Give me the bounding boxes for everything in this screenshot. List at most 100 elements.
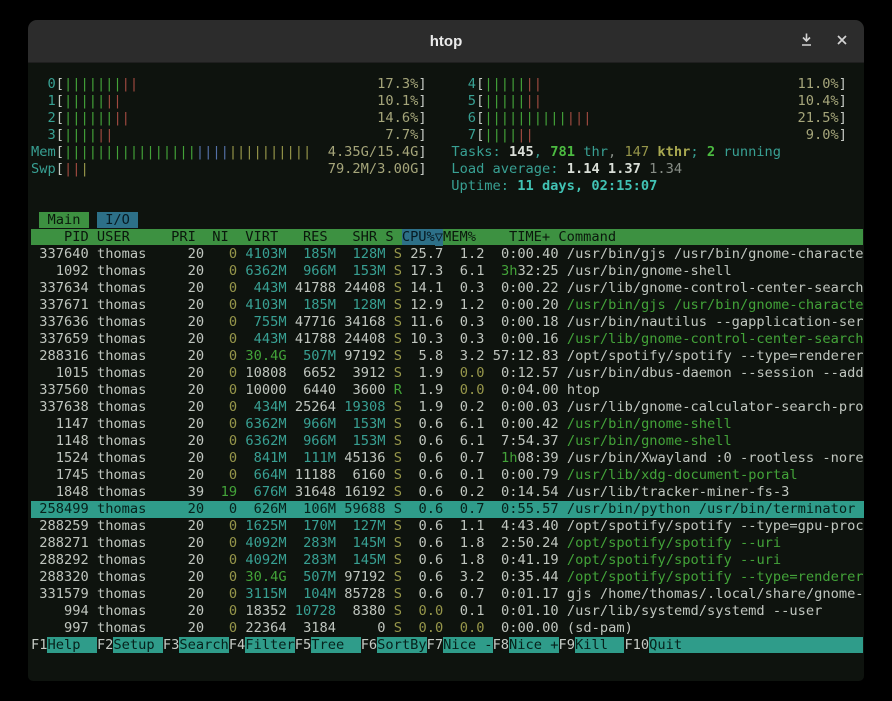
fnkey-f5[interactable]: F5 <box>295 637 311 653</box>
text <box>31 399 39 415</box>
titlebar[interactable]: htop <box>28 20 864 63</box>
process-row-1524[interactable]: 1524 thomas 20 0 841M 111M 45136 S 0.6 0… <box>31 450 864 467</box>
mem-bar-olive: |||||||||| <box>229 144 311 160</box>
process-row-288316[interactable]: 288316 thomas 20 0 30.4G 507M 97192 S 5.… <box>31 348 864 365</box>
cell-cmd: /usr/bin/gjs /usr/bin/gnome-character <box>567 297 864 313</box>
text <box>534 127 806 143</box>
process-row-1148[interactable]: 1148 thomas 20 0 6362M 966M 153M S 0.6 6… <box>31 433 864 450</box>
cell-s: S <box>394 535 402 551</box>
process-row-1147[interactable]: 1147 thomas 20 0 6362M 966M 153M S 0.6 6… <box>31 416 864 433</box>
cell-res: 41788 <box>295 280 336 296</box>
cpu6-value: 21.5% <box>797 110 838 126</box>
process-row-337560[interactable]: 337560 thomas 20 0 10000 6440 3600 R 1.9… <box>31 382 864 399</box>
fnkey-f8[interactable]: F8 <box>493 637 509 653</box>
fnlabel-f1[interactable]: Help <box>47 637 96 653</box>
cell-mem: 6.1 <box>460 433 485 449</box>
text <box>295 450 303 466</box>
text <box>484 314 492 330</box>
fnlabel-f8[interactable]: Nice + <box>509 637 558 653</box>
text <box>179 552 187 568</box>
process-row-331579[interactable]: 331579 thomas 20 0 3115M 104M 85728 S 0.… <box>31 586 864 603</box>
tab-io[interactable]: I/O <box>97 212 138 228</box>
process-row-337638[interactable]: 337638 thomas 20 0 434M 25264 19308 S 1.… <box>31 399 864 416</box>
sort-column-cpu[interactable]: CPU% <box>402 229 435 245</box>
fnlabel-f2[interactable]: Setup <box>113 637 162 653</box>
text <box>89 586 97 602</box>
cell-pri: 20 <box>188 297 204 313</box>
cpu3-bar-red: || <box>97 127 113 143</box>
cell-cmd: /opt/spotify/spotify --uri <box>567 535 781 551</box>
text <box>451 382 459 398</box>
process-row-1015[interactable]: 1015 thomas 20 0 10808 6652 3912 S 1.9 0… <box>31 365 864 382</box>
text <box>89 450 97 466</box>
text <box>427 161 452 177</box>
cell-pri: 20 <box>188 314 204 330</box>
cell-ni: 0 <box>229 382 237 398</box>
fnkey-f2[interactable]: F2 <box>97 637 113 653</box>
process-row-1848[interactable]: 1848 thomas 39 19 676M 31648 16192 S 0.6… <box>31 484 864 501</box>
process-row-337636[interactable]: 337636 thomas 20 0 755M 47716 34168 S 11… <box>31 314 864 331</box>
minimize-button[interactable] <box>797 30 816 52</box>
fnkey-f1[interactable]: F1 <box>31 637 47 653</box>
text <box>212 263 228 279</box>
text <box>427 127 452 143</box>
process-row-1745[interactable]: 1745 thomas 20 0 664M 11188 6160 S 0.6 0… <box>31 467 864 484</box>
cell-pid: 994 <box>64 603 89 619</box>
header-columns-left[interactable]: PID USER PRI NI VIRT RES SHR S <box>31 229 402 245</box>
fnkey-f6[interactable]: F6 <box>361 637 377 653</box>
text <box>402 586 410 602</box>
fnlabel-f9[interactable]: Kill <box>575 637 624 653</box>
close-button[interactable] <box>834 32 850 51</box>
text <box>212 314 228 330</box>
fnlabel-f10[interactable]: Quit <box>649 637 698 653</box>
fnkey-f7[interactable]: F7 <box>427 637 443 653</box>
cell-cpu: 5.8 <box>418 348 443 364</box>
process-row-288271[interactable]: 288271 thomas 20 0 4092M 283M 145M S 0.6… <box>31 535 864 552</box>
text <box>385 586 393 602</box>
fnlabel-f7[interactable]: Nice - <box>443 637 492 653</box>
process-row-337640[interactable]: 337640 thomas 20 0 4103M 185M 128M S 25.… <box>31 246 864 263</box>
process-row-997[interactable]: 997 thomas 20 0 22364 3184 0 S 0.0 0.0 0… <box>31 620 864 637</box>
process-row-288292[interactable]: 288292 thomas 20 0 4092M 283M 145M S 0.6… <box>31 552 864 569</box>
cell-cmd: /usr/bin/python /usr/bin/terminator <box>567 501 855 517</box>
process-row-337659[interactable]: 337659 thomas 20 0 443M 41788 24408 S 10… <box>31 331 864 348</box>
fnkey-f10[interactable]: F10 <box>624 637 649 653</box>
fnlabel-f5[interactable]: Tree <box>311 637 360 653</box>
cell-virt: 30.4G <box>245 348 286 364</box>
text <box>402 518 410 534</box>
text <box>484 484 492 500</box>
text <box>146 314 171 330</box>
text <box>402 280 410 296</box>
process-row-288259[interactable]: 288259 thomas 20 0 1625M 170M 127M S 0.6… <box>31 518 864 535</box>
text <box>146 280 171 296</box>
cpu7-value: 9.0% <box>806 127 839 143</box>
cell-virt: 664M <box>254 467 287 483</box>
cell-res: 10728 <box>295 603 336 619</box>
cell-ni: 0 <box>229 518 237 534</box>
cell-mem: 1.1 <box>460 518 485 534</box>
header-columns-right[interactable]: MEM% TIME+ Command <box>443 229 616 245</box>
process-row-994[interactable]: 994 thomas 20 0 18352 10728 8380 S 0.0 0… <box>31 603 864 620</box>
fnlabel-f6[interactable]: SortBy <box>377 637 426 653</box>
fnkey-f3[interactable]: F3 <box>163 637 179 653</box>
process-row-337634[interactable]: 337634 thomas 20 0 443M 41788 24408 S 14… <box>31 280 864 297</box>
fnkey-f9[interactable]: F9 <box>559 637 575 653</box>
text <box>427 110 452 126</box>
process-row-258499[interactable]: 258499 thomas 20 0 626M 106M 59688 S 0.6… <box>31 501 864 518</box>
text <box>559 297 567 313</box>
text <box>410 382 418 398</box>
meter-row-mem-tasks: Mem[|||||||||||||||||||||||||||||| 4.35G… <box>31 144 864 161</box>
text <box>287 399 295 415</box>
process-row-1092[interactable]: 1092 thomas 20 0 6362M 966M 153M S 17.3 … <box>31 263 864 280</box>
fnkey-f4[interactable]: F4 <box>229 637 245 653</box>
fnlabel-f4[interactable]: Filter <box>245 637 294 653</box>
tab-main[interactable]: Main <box>39 212 88 228</box>
text <box>402 246 410 262</box>
text <box>146 399 171 415</box>
process-row-337671[interactable]: 337671 thomas 20 0 4103M 185M 128M S 12.… <box>31 297 864 314</box>
text <box>732 263 864 279</box>
text <box>451 467 459 483</box>
process-row-288320[interactable]: 288320 thomas 20 0 30.4G 507M 97192 S 0.… <box>31 569 864 586</box>
fnlabel-f3[interactable]: Search <box>179 637 228 653</box>
text <box>451 433 459 449</box>
